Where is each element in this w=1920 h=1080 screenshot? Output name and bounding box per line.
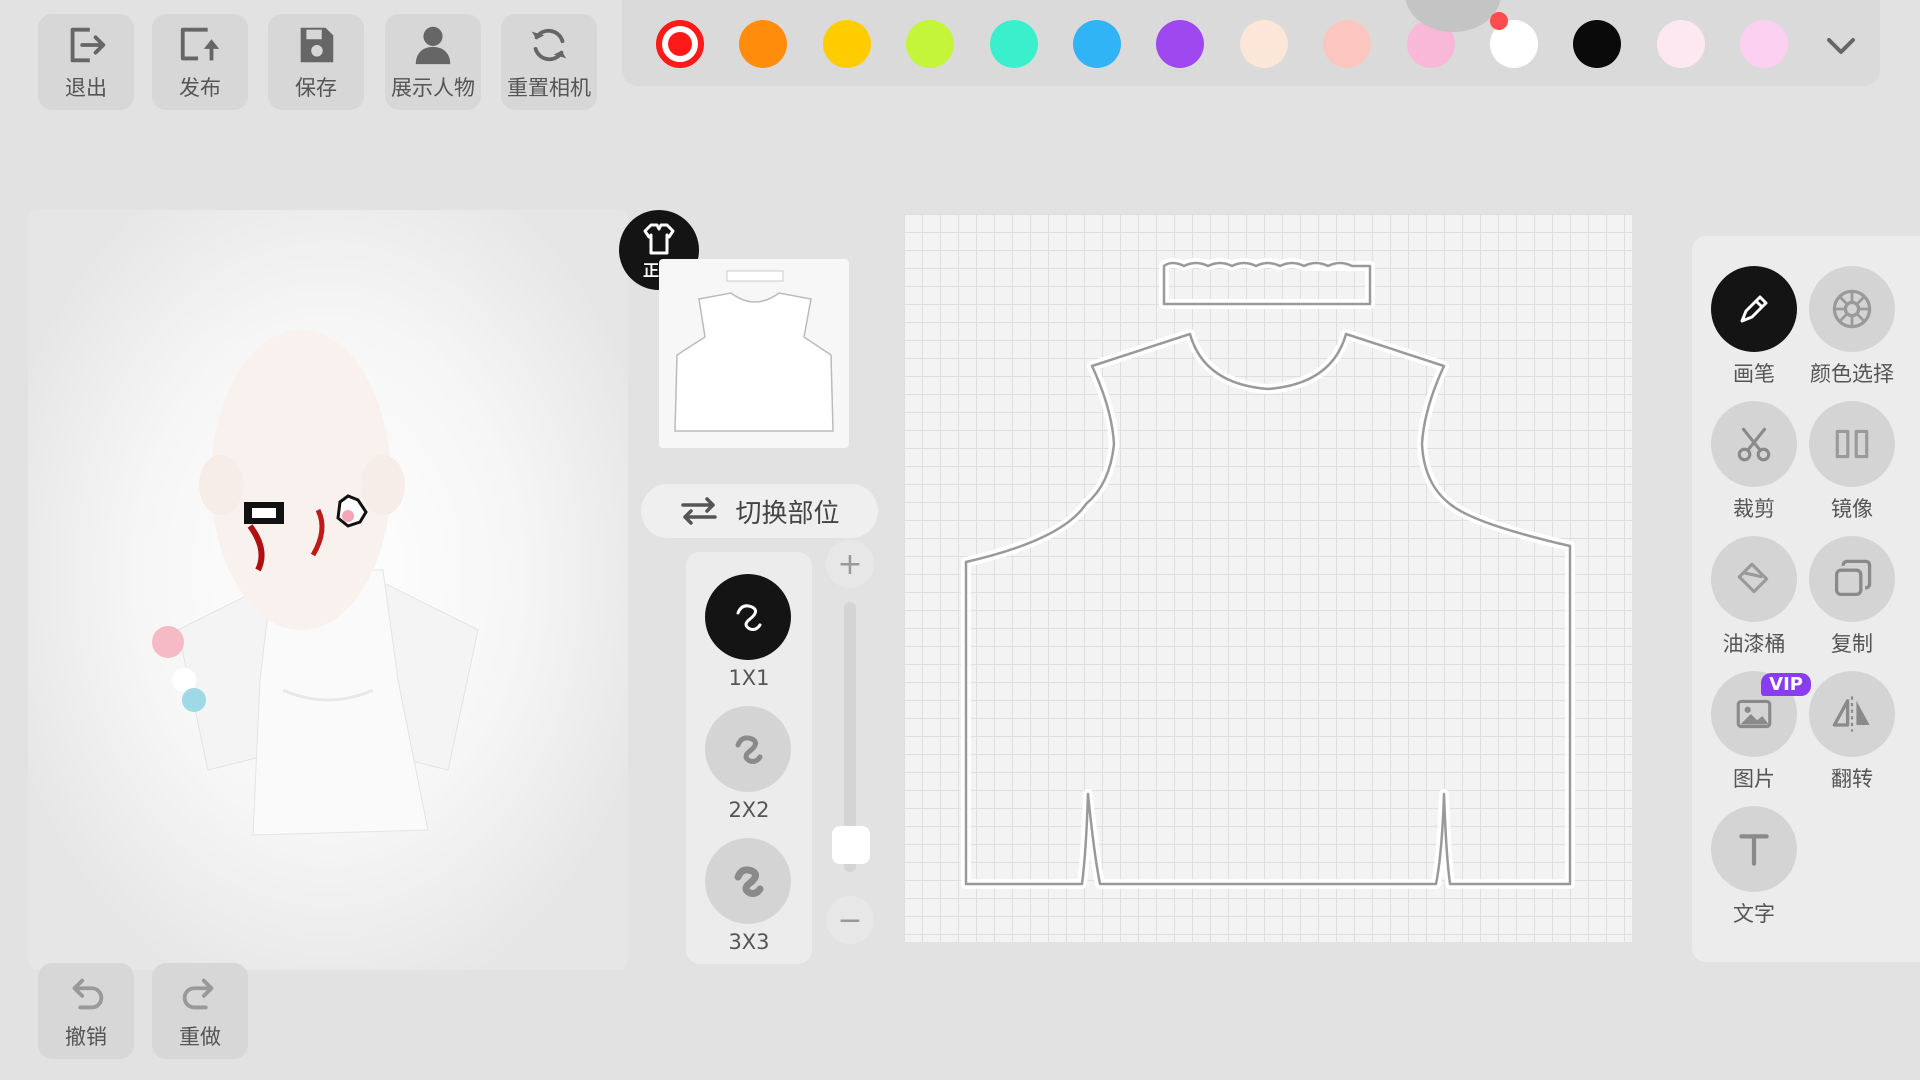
exit-icon [70,27,106,63]
copy-icon [1834,559,1872,597]
color-swatch[interactable] [739,20,788,68]
scissors-icon [1737,427,1771,462]
tool-panel: 画笔 颜色选择 裁剪 镜像 油漆桶 复制 VIP 图片 翻转 文字 [1692,236,1920,962]
save-button[interactable]: 保存 [268,14,364,110]
garment-thumbnail [674,270,834,432]
show-character-button[interactable]: 展示人物 [385,14,481,110]
exit-button[interactable]: 退出 [38,14,134,110]
redo-label: 重做 [179,1025,221,1049]
zoom-out-button[interactable]: − [826,896,874,944]
swap-arrows-icon [681,497,718,525]
reset-camera-label: 重置相机 [507,76,591,100]
color-swatch[interactable] [1239,20,1288,68]
text-tool-button[interactable]: 文字 [1711,806,1797,928]
flip-tool-button[interactable]: 翻转 [1809,671,1895,793]
chevron-down-icon [1827,38,1855,54]
refresh-icon [531,28,567,62]
color-swatch[interactable] [1073,20,1121,68]
text-tool-label: 文字 [1733,902,1775,926]
text-icon [1739,834,1769,866]
more-colors-button[interactable] [1819,24,1863,68]
color-palette [622,0,1880,86]
part-thumbnail[interactable] [659,259,849,448]
brush-stroke-icon [736,604,762,631]
image-icon [1736,699,1772,729]
brush-size-1x1-button[interactable] [705,574,791,660]
color-wheel-icon [1832,289,1872,329]
publish-button[interactable]: 发布 [152,14,248,110]
pencil-icon [1740,295,1768,323]
switch-part-label: 切换部位 [735,498,840,529]
color-swatch[interactable] [1656,20,1705,68]
flip-icon [1832,696,1870,732]
cursor-indicator [1490,12,1508,30]
redo-button[interactable]: 重做 [152,963,248,1059]
copy-tool-label: 复制 [1831,632,1873,656]
show-character-label: 展示人物 [391,76,475,100]
copy-tool-button[interactable]: 复制 [1809,536,1895,658]
zoom-in-button[interactable]: + [826,540,874,588]
color-swatch[interactable] [1156,20,1205,68]
brush-stroke-icon [734,866,764,897]
mirror-tool-button[interactable]: 镜像 [1809,401,1895,523]
color-picker-tool-button[interactable]: 颜色选择 [1809,266,1895,388]
brush-size-label: 2X2 [728,798,770,822]
switch-part-button[interactable]: 切换部位 [641,484,878,538]
color-swatch[interactable] [1573,20,1622,68]
brush-size-3x3-button[interactable] [705,838,791,924]
avatar-preview[interactable] [28,210,628,970]
color-swatch[interactable] [656,20,704,68]
paint-bucket-icon [1737,562,1769,594]
vip-badge: VIP [1761,673,1811,696]
color-swatch[interactable] [1323,20,1372,68]
brush-size-label: 3X3 [728,930,770,954]
undo-label: 撤销 [65,1025,107,1049]
color-swatch[interactable] [1740,20,1789,68]
brush-size-panel: 1X1 2X2 3X3 [686,552,812,964]
person-icon [415,26,451,65]
undo-button[interactable]: 撤销 [38,963,134,1059]
drawing-canvas[interactable] [904,214,1632,942]
mirror-icon [1835,429,1869,459]
publish-icon [180,27,220,61]
color-picker-tool-label: 颜色选择 [1810,362,1894,386]
undo-icon [72,978,104,1010]
flip-tool-label: 翻转 [1831,767,1873,791]
color-swatch[interactable] [906,20,955,68]
avatar-figure [152,330,479,836]
brush-stroke-icon [735,735,763,764]
garment-pattern [961,258,1575,889]
mirror-tool-label: 镜像 [1831,497,1873,521]
reset-camera-button[interactable]: 重置相机 [501,14,597,110]
publish-label: 发布 [179,76,221,100]
save-icon [300,27,334,63]
redo-icon [182,978,214,1010]
zoom-slider-handle[interactable] [832,826,870,864]
color-swatch[interactable] [822,20,871,68]
save-label: 保存 [295,76,337,100]
brush-size-2x2-button[interactable] [705,706,791,792]
color-swatch[interactable] [989,20,1038,68]
shirt-icon [643,223,675,255]
exit-label: 退出 [65,76,107,100]
brush-size-label: 1X1 [728,666,770,690]
